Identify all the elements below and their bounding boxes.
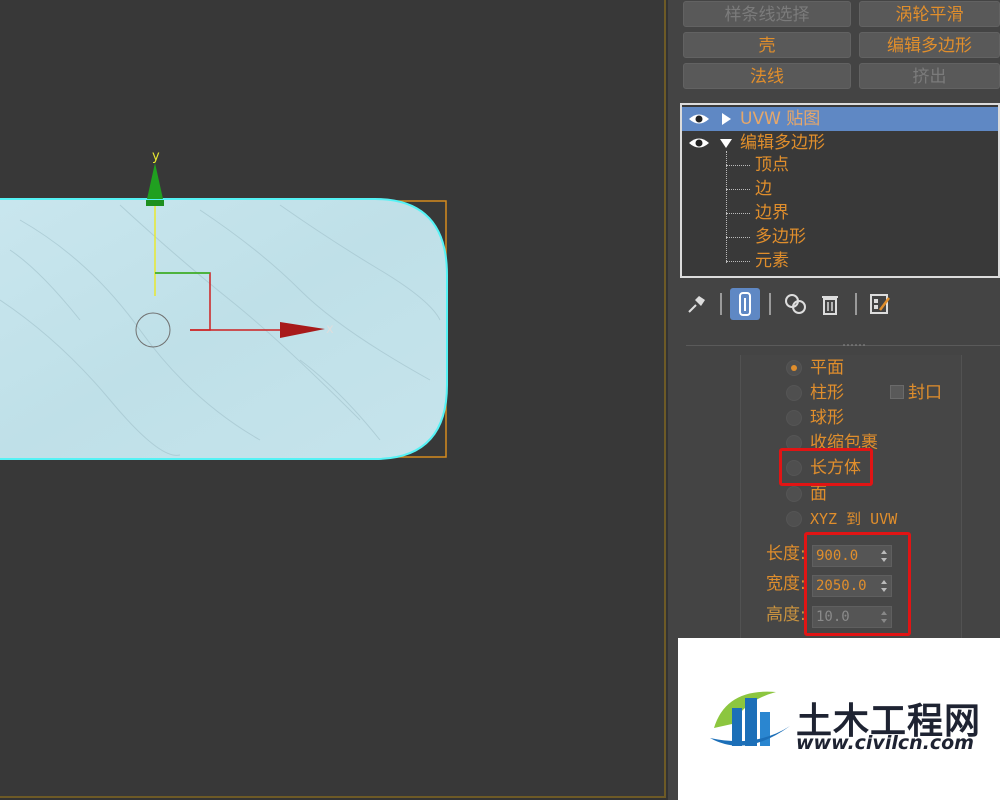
subobject-label: 元素 <box>755 251 789 271</box>
shell-button[interactable]: 壳 <box>683 32 851 58</box>
show-end-result-button[interactable] <box>730 288 760 320</box>
slab-object[interactable] <box>0 198 448 460</box>
subobject-border[interactable]: 边界 <box>726 201 926 225</box>
remove-modifier-icon[interactable] <box>816 290 844 318</box>
eye-icon[interactable] <box>688 112 710 126</box>
pin-stack-icon[interactable] <box>683 290 711 318</box>
mapping-spherical-radio[interactable] <box>786 410 802 426</box>
y-axis-label: y <box>152 149 160 164</box>
mapping-spherical-label: 球形 <box>810 408 844 428</box>
highlight-box-option <box>779 448 873 486</box>
configure-modifier-sets-icon[interactable] <box>866 290 894 318</box>
eye-icon[interactable] <box>688 136 710 150</box>
show-end-result-icon <box>739 292 751 316</box>
toolbar-separator <box>855 293 857 315</box>
stack-item-label: UVW 贴图 <box>740 109 821 129</box>
toolbar-separator <box>720 293 722 315</box>
logo-mark-icon <box>710 691 790 746</box>
mapping-face-radio[interactable] <box>786 486 802 502</box>
mapping-xyz-to-uvw-label: XYZ 到 UVW <box>810 510 898 528</box>
stack-item-label: 编辑多边形 <box>740 133 825 153</box>
subobject-label: 边 <box>755 179 772 199</box>
width-label: 宽度: <box>766 574 806 594</box>
mapping-planar-radio[interactable] <box>786 360 802 376</box>
modifier-stack[interactable]: UVW 贴图 编辑多边形 顶点 边 边界 多边形 元素 <box>680 103 1000 278</box>
mapping-xyz-to-uvw-radio[interactable] <box>786 511 802 527</box>
toolbar-separator <box>769 293 771 315</box>
x-axis-label: x <box>326 322 334 337</box>
spline-select-button[interactable]: 样条线选择 <box>683 1 851 27</box>
cap-checkbox[interactable] <box>890 385 904 399</box>
subobject-label: 边界 <box>755 203 789 223</box>
viewport-canvas[interactable]: y x <box>0 0 664 796</box>
normal-button[interactable]: 法线 <box>683 63 851 89</box>
mapping-planar-label: 平面 <box>810 358 844 378</box>
subobject-label: 顶点 <box>755 155 789 175</box>
subobject-polygon[interactable]: 多边形 <box>726 225 926 249</box>
subobject-vertex[interactable]: 顶点 <box>726 153 926 177</box>
viewport[interactable]: y x <box>0 0 666 798</box>
height-label: 高度: <box>766 605 806 625</box>
subobject-label: 多边形 <box>755 227 806 247</box>
stack-item-edit-poly[interactable]: 编辑多边形 <box>682 131 998 155</box>
cap-label: 封口 <box>908 383 942 403</box>
mapping-cylindrical-radio[interactable] <box>786 385 802 401</box>
mapping-face-label: 面 <box>810 484 827 504</box>
highlight-box-dimensions <box>804 532 911 636</box>
make-unique-icon[interactable] <box>782 290 810 318</box>
subobject-element[interactable]: 元素 <box>726 249 926 273</box>
mapping-cylindrical-label: 柱形 <box>810 383 844 403</box>
extrude-button[interactable]: 挤出 <box>859 63 1000 89</box>
collapse-arrow-icon[interactable] <box>720 136 732 150</box>
rollout-grip-icon[interactable] <box>843 341 865 349</box>
turbosmooth-button[interactable]: 涡轮平滑 <box>859 1 1000 27</box>
watermark-logo: 土木工程网 www.civilcn.com <box>678 638 1000 800</box>
length-label: 长度: <box>766 544 806 564</box>
subobject-edge[interactable]: 边 <box>726 177 926 201</box>
edit-poly-button[interactable]: 编辑多边形 <box>859 32 1000 58</box>
stack-item-uvw-map[interactable]: UVW 贴图 <box>682 107 998 131</box>
logo-url: www.civilcn.com <box>796 732 974 754</box>
expand-arrow-icon[interactable] <box>720 112 732 126</box>
